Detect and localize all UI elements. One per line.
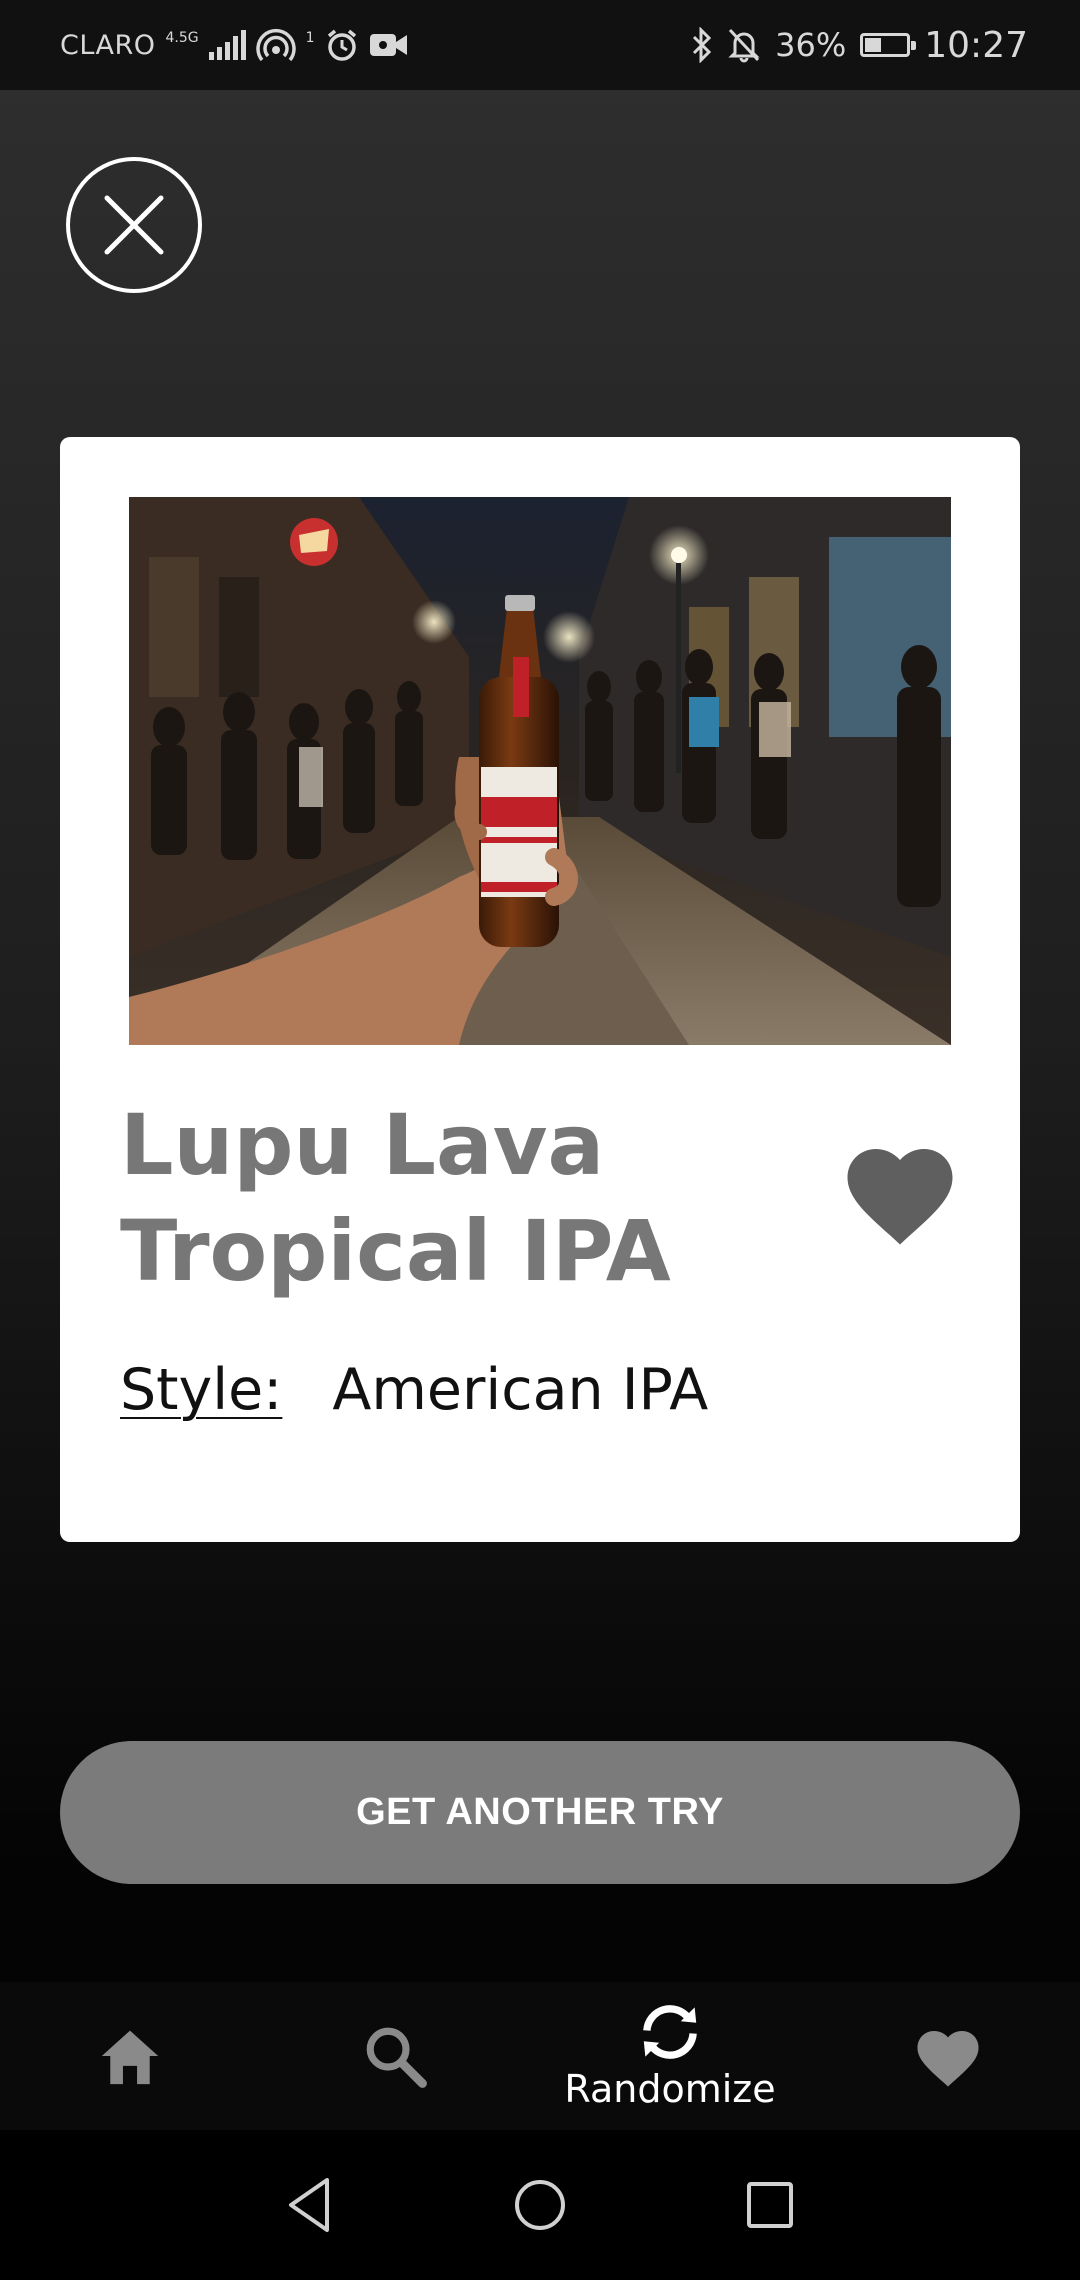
beer-name: Lupu Lava Tropical IPA [120, 1096, 671, 1300]
carrier-name: CLARO [60, 29, 156, 61]
favorite-button[interactable] [840, 1137, 960, 1247]
battery-icon [860, 33, 917, 57]
network-type: 4.5G [165, 30, 199, 46]
hotspot-icon [255, 29, 296, 62]
get-another-try-button[interactable]: GET ANOTHER TRY [60, 1741, 1020, 1884]
search-icon [366, 2027, 427, 2088]
close-icon [104, 195, 164, 255]
beer-photo [129, 497, 951, 1045]
signal-icon [208, 30, 246, 60]
style-row: Style: American IPA [120, 1357, 708, 1423]
randomize-icon [643, 2005, 697, 2059]
heart-icon [917, 2030, 979, 2087]
system-navigation-bar [0, 2130, 1080, 2280]
status-left-group: CLARO 4.5G 1 [60, 0, 409, 90]
style-label: Style: [120, 1357, 283, 1423]
home-circle-icon[interactable] [505, 2170, 575, 2240]
nav-home[interactable] [70, 1982, 190, 2130]
back-icon[interactable] [275, 2170, 345, 2240]
nav-search[interactable] [335, 1982, 455, 2130]
nav-randomize[interactable]: Randomize [540, 1982, 800, 2130]
bottom-navigation: Randomize [0, 1982, 1080, 2130]
alarm-icon [327, 29, 356, 61]
clock-time: 10:27 [924, 24, 1028, 66]
style-value: American IPA [332, 1357, 709, 1423]
notification-count: 1 [305, 30, 315, 46]
close-button[interactable] [66, 157, 202, 293]
nav-favorites[interactable] [888, 1982, 1008, 2130]
battery-percent: 36% [775, 26, 847, 64]
recents-icon[interactable] [735, 2170, 805, 2240]
heart-icon [847, 1149, 953, 1245]
beer-card: Lupu Lava Tropical IPA Style: American I… [60, 437, 1020, 1542]
beer-randomize-screen: CLARO 4.5G 1 36% 10:27 Lupu Lava Tropica… [0, 0, 1080, 2280]
bluetooth-icon [693, 27, 712, 63]
mute-icon [728, 28, 760, 63]
status-bar: CLARO 4.5G 1 36% 10:27 [0, 0, 1080, 90]
nav-randomize-label: Randomize [564, 2067, 776, 2111]
status-right-group: 36% 10:27 [691, 0, 1028, 90]
video-icon [369, 34, 407, 56]
home-icon [101, 2030, 159, 2085]
